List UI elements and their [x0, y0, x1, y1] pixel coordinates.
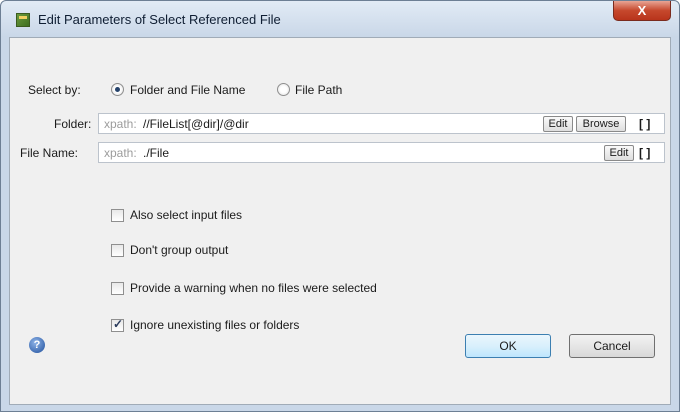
close-button[interactable]: X — [613, 1, 671, 21]
cancel-button[interactable]: Cancel — [569, 334, 655, 358]
radio-file-path[interactable] — [277, 83, 290, 96]
dialog-window: Edit Parameters of Select Referenced Fil… — [0, 0, 680, 412]
file-name-value: ./File — [143, 146, 170, 160]
radio-file-path-label[interactable]: File Path — [295, 83, 342, 97]
app-icon — [16, 13, 30, 27]
file-name-field[interactable]: xpath: ./File Edit [ ] — [98, 142, 665, 163]
also-select-input-files-label[interactable]: Also select input files — [130, 208, 242, 222]
dialog-body: Select by: Folder and File Name File Pat… — [9, 37, 671, 405]
title-bar[interactable]: Edit Parameters of Select Referenced Fil… — [1, 1, 679, 37]
checkbox-warn-no-files[interactable] — [111, 282, 124, 295]
file-name-label: File Name: — [20, 146, 79, 160]
window-title: Edit Parameters of Select Referenced Fil… — [38, 12, 281, 27]
file-name-variable-brackets[interactable]: [ ] — [639, 146, 650, 160]
close-icon: X — [637, 3, 647, 18]
folder-field[interactable]: xpath: //FileList[@dir]/@dir Edit Browse… — [98, 113, 665, 134]
checkbox-also-select-input-files[interactable] — [111, 209, 124, 222]
folder-xpath-prefix: xpath: — [104, 117, 137, 131]
ignore-unexisting-label[interactable]: Ignore unexisting files or folders — [130, 318, 299, 332]
dont-group-output-label[interactable]: Don't group output — [130, 243, 228, 257]
file-name-edit-button[interactable]: Edit — [604, 145, 634, 161]
checkbox-ignore-unexisting[interactable] — [111, 317, 124, 332]
folder-label: Folder: — [54, 117, 92, 131]
help-icon[interactable]: ? — [29, 337, 45, 353]
radio-folder-and-file-name-label[interactable]: Folder and File Name — [130, 83, 245, 97]
radio-folder-and-file-name[interactable] — [111, 83, 124, 96]
checkbox-dont-group-output[interactable] — [111, 244, 124, 257]
folder-browse-button[interactable]: Browse — [576, 116, 626, 132]
ok-button[interactable]: OK — [465, 334, 551, 358]
folder-value: //FileList[@dir]/@dir — [143, 117, 249, 131]
folder-variable-brackets[interactable]: [ ] — [639, 117, 650, 131]
warn-no-files-label[interactable]: Provide a warning when no files were sel… — [130, 281, 377, 295]
select-by-label: Select by: — [28, 83, 81, 97]
file-name-xpath-prefix: xpath: — [104, 146, 137, 160]
folder-edit-button[interactable]: Edit — [543, 116, 573, 132]
